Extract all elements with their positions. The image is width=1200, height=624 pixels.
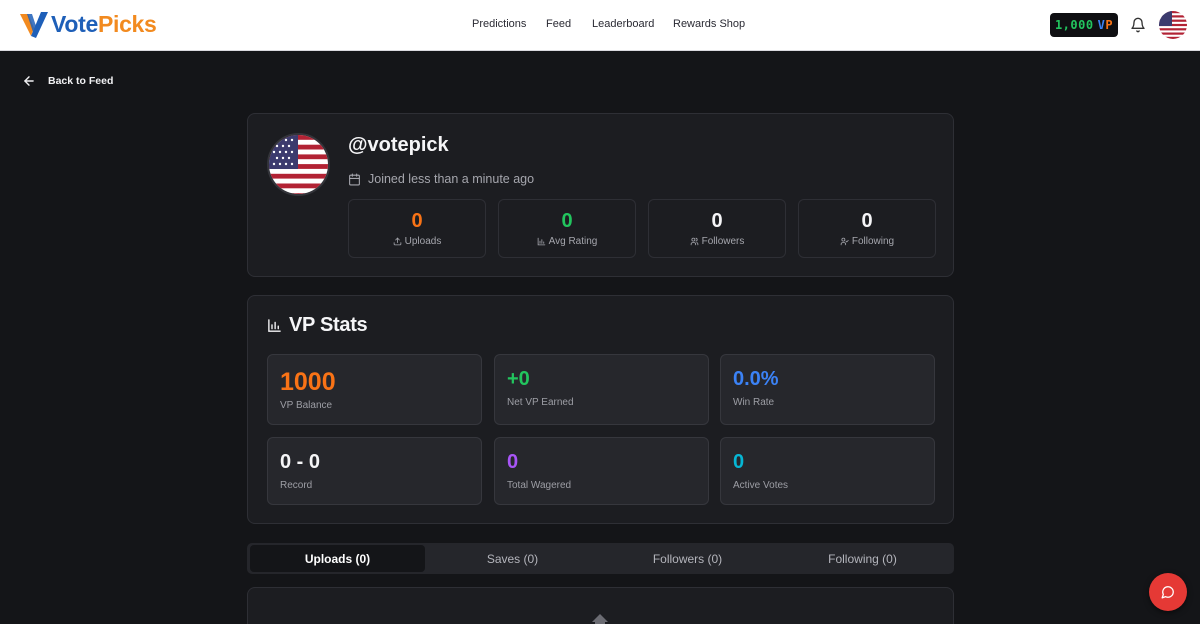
users-icon xyxy=(690,237,698,246)
tile-value: 1000 xyxy=(280,368,336,396)
stat-value: 0 xyxy=(711,210,723,232)
tab-followers[interactable]: Followers (0) xyxy=(600,545,775,572)
stat-value: 0 xyxy=(411,210,423,232)
profile-tabs: Uploads (0) Saves (0) Followers (0) Foll… xyxy=(247,543,954,574)
back-to-feed-label: Back to Feed xyxy=(48,75,114,87)
brand-name-part2: Picks xyxy=(97,10,157,37)
stat-followers[interactable]: 0 Followers xyxy=(648,199,786,258)
tile-label: Active Votes xyxy=(733,480,789,491)
upload-icon xyxy=(393,237,401,246)
stat-label-row: Uploads xyxy=(349,236,485,247)
bell-icon[interactable] xyxy=(1130,17,1146,33)
vp-stats-title: VP Stats xyxy=(289,314,368,336)
vp-stats-header: VP Stats xyxy=(267,314,368,337)
vp-balance-badge[interactable]: 1,000 V P xyxy=(1050,13,1118,37)
tile-win-rate: 0.0% Win Rate xyxy=(720,354,935,425)
votepicks-logo[interactable]: VotePicks xyxy=(18,10,157,38)
top-navbar: VotePicks Predictions Feed Leaderboard R… xyxy=(0,0,1200,51)
tile-value: 0 - 0 xyxy=(280,451,321,473)
chat-support-button[interactable] xyxy=(1149,573,1187,611)
stat-label-row: Following xyxy=(799,236,935,247)
empty-upload-icon xyxy=(592,614,608,624)
profile-card: @votepick Joined less than a minute ago … xyxy=(247,113,954,277)
stat-value: 0 xyxy=(561,210,573,232)
tile-label: Net VP Earned xyxy=(507,397,574,408)
tile-value: 0 xyxy=(507,451,519,473)
tile-value: 0 xyxy=(733,451,745,473)
stat-uploads[interactable]: 0 Uploads xyxy=(348,199,486,258)
joined-date: Joined less than a minute ago xyxy=(348,172,534,186)
tile-value: 0.0% xyxy=(733,368,779,390)
tile-label: VP Balance xyxy=(280,400,333,411)
tile-net-vp-earned: +0 Net VP Earned xyxy=(494,354,709,425)
logo-check-icon xyxy=(20,12,48,38)
nav-link-feed[interactable]: Feed xyxy=(546,18,571,30)
tile-active-votes: 0 Active Votes xyxy=(720,437,935,505)
tile-label: Win Rate xyxy=(733,397,775,408)
brand-name: VotePicks xyxy=(51,11,157,38)
vp-balance-value: 1,000 xyxy=(1054,18,1094,32)
main-nav: Predictions Feed Leaderboard Rewards Sho… xyxy=(0,0,1200,51)
nav-link-leaderboard[interactable]: Leaderboard xyxy=(592,18,654,30)
tile-vp-balance: 1000 VP Balance xyxy=(267,354,482,425)
tile-record: 0 - 0 Record xyxy=(267,437,482,505)
brand-name-part1: Vote xyxy=(51,10,98,37)
tile-total-wagered: 0 Total Wagered xyxy=(494,437,709,505)
arrow-left-icon xyxy=(24,76,34,86)
stat-value: 0 xyxy=(861,210,873,232)
tile-label: Total Wagered xyxy=(507,480,572,491)
stat-label: Avg Rating xyxy=(548,236,598,247)
stat-label: Following xyxy=(851,236,895,247)
joined-label: Joined less than a minute ago xyxy=(368,172,535,186)
stat-label-row: Followers xyxy=(649,236,785,247)
bar-chart-icon xyxy=(268,319,281,332)
chat-bubble-icon xyxy=(1161,586,1174,599)
stat-following[interactable]: 0 Following xyxy=(798,199,936,258)
stat-avg-rating[interactable]: 0 Avg Rating xyxy=(498,199,636,258)
stat-label: Uploads xyxy=(404,236,442,247)
stat-label: Followers xyxy=(701,236,745,247)
tile-value: +0 xyxy=(507,368,530,390)
back-to-feed-link[interactable]: Back to Feed xyxy=(22,74,113,88)
nav-link-rewards-shop[interactable]: Rewards Shop xyxy=(673,18,745,30)
tab-saves[interactable]: Saves (0) xyxy=(425,545,600,572)
vp-unit-v: V xyxy=(1097,18,1106,32)
profile-username: @votepick xyxy=(348,134,449,156)
tile-label: Record xyxy=(280,480,313,491)
profile-avatar xyxy=(267,133,330,196)
nav-link-predictions[interactable]: Predictions xyxy=(472,18,526,30)
calendar-icon xyxy=(349,173,360,185)
tab-uploads[interactable]: Uploads (0) xyxy=(250,545,425,572)
bar-chart-icon xyxy=(537,237,545,246)
us-flag-icon xyxy=(1159,11,1187,39)
vp-unit-p: P xyxy=(1105,18,1114,32)
user-check-icon xyxy=(840,237,849,246)
us-flag-icon xyxy=(269,135,328,194)
vp-stats-card: VP Stats 1000 VP Balance +0 Net VP Earne… xyxy=(247,295,954,524)
user-avatar[interactable] xyxy=(1159,11,1187,39)
stat-label-row: Avg Rating xyxy=(499,236,635,247)
tab-following[interactable]: Following (0) xyxy=(775,545,950,572)
